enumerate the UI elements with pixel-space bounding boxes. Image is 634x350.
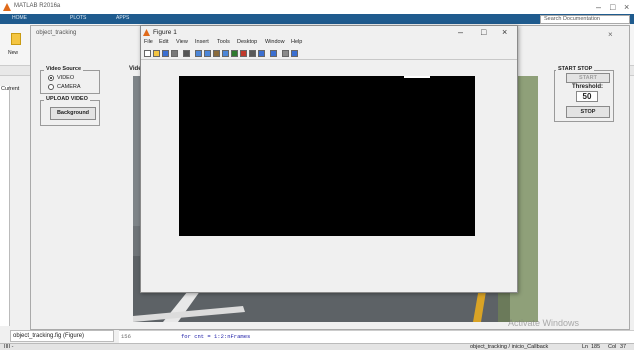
- code-text: for cnt = 1:2:nFrames: [181, 333, 251, 340]
- status-left: IIII -: [4, 344, 14, 350]
- activate-windows-watermark: Activate Windows: [508, 318, 580, 328]
- figure-title: Figure 1: [153, 29, 177, 36]
- close-icon[interactable]: ×: [624, 2, 629, 12]
- threshold-label: Threshold:: [572, 84, 603, 90]
- editor-code-line[interactable]: 156 for cnt = 1:2:nFrames: [119, 330, 634, 344]
- tab-home[interactable]: HOME: [12, 15, 27, 21]
- camera-radio-label: CAMERA: [57, 84, 81, 90]
- figure-minimize-icon[interactable]: –: [458, 27, 463, 37]
- matlab-titlebar: [0, 0, 634, 14]
- menu-edit[interactable]: Edit: [159, 39, 168, 45]
- new-figure-icon[interactable]: [144, 50, 151, 57]
- figure-maximize-icon[interactable]: □: [481, 27, 486, 37]
- save-icon[interactable]: [162, 50, 169, 57]
- new-label: New: [8, 50, 19, 56]
- search-input[interactable]: Search Documentation: [540, 15, 630, 24]
- menu-help[interactable]: Help: [291, 39, 302, 45]
- menu-insert[interactable]: Insert: [195, 39, 209, 45]
- minimize-icon[interactable]: –: [596, 2, 601, 12]
- print-icon[interactable]: [171, 50, 178, 57]
- zoom-out-icon[interactable]: [204, 50, 211, 57]
- start-stop-title: START STOP: [556, 66, 595, 72]
- menu-desktop[interactable]: Desktop: [237, 39, 257, 45]
- new-button[interactable]: New: [6, 33, 26, 59]
- pan-icon[interactable]: [213, 50, 220, 57]
- hide-plot-tools-icon[interactable]: [282, 50, 289, 57]
- video-source-title: Video Source: [44, 66, 84, 72]
- tab-plots[interactable]: PLOTS: [70, 15, 86, 21]
- status-callback: object_tracking / inicio_Callback: [470, 344, 549, 350]
- video-source-panel: [40, 70, 100, 94]
- current-folder-panel[interactable]: [0, 86, 10, 326]
- background-button[interactable]: Background: [50, 107, 96, 120]
- pointer-icon[interactable]: [183, 50, 190, 57]
- stop-button[interactable]: STOP: [566, 106, 610, 118]
- data-cursor-icon[interactable]: [231, 50, 238, 57]
- open-icon[interactable]: [153, 50, 160, 57]
- tracked-object-blob: [404, 76, 430, 78]
- workspace-tab[interactable]: object_tracking.fig (Figure): [10, 330, 114, 342]
- menu-tools[interactable]: Tools: [217, 39, 230, 45]
- colorbar-icon[interactable]: [258, 50, 265, 57]
- legend-icon[interactable]: [270, 50, 277, 57]
- menu-file[interactable]: File: [144, 39, 153, 45]
- show-plot-tools-icon[interactable]: [291, 50, 298, 57]
- menu-window[interactable]: Window: [265, 39, 285, 45]
- maximize-icon[interactable]: □: [610, 2, 615, 12]
- status-col-label: Col: [608, 344, 617, 350]
- figure-axes: [179, 76, 475, 236]
- video-radio[interactable]: [48, 75, 54, 81]
- zoom-in-icon[interactable]: [195, 50, 202, 57]
- upload-video-title: UPLOAD VIDEO: [44, 96, 90, 102]
- tab-apps[interactable]: APPS: [116, 15, 129, 21]
- status-ln-value: 185: [591, 344, 601, 350]
- brush-icon[interactable]: [240, 50, 247, 57]
- matlab-title: MATLAB R2016a: [14, 3, 61, 9]
- figure-close-icon[interactable]: ×: [502, 27, 507, 37]
- ribbon-tabs: HOME PLOTS APPS: [0, 14, 634, 24]
- object-tracking-title: object_tracking: [36, 30, 77, 36]
- line-number: 156: [121, 333, 131, 340]
- figure-menubar: File Edit View Insert Tools Desktop Wind…: [141, 38, 517, 48]
- new-script-icon: [11, 33, 21, 45]
- camera-radio[interactable]: [48, 84, 54, 90]
- guide-close-icon[interactable]: ×: [608, 30, 613, 39]
- menu-view[interactable]: View: [176, 39, 188, 45]
- status-ln-label: Ln: [582, 344, 589, 350]
- video-radio-label: VIDEO: [57, 75, 75, 81]
- rotate-icon[interactable]: [222, 50, 229, 57]
- threshold-input[interactable]: 50: [576, 91, 598, 102]
- current-folder-label: Current: [1, 86, 20, 92]
- start-button[interactable]: START: [566, 73, 610, 83]
- status-bar: IIII - object_tracking / inicio_Callback…: [0, 343, 634, 350]
- status-col-value: 37: [620, 344, 627, 350]
- link-icon[interactable]: [249, 50, 256, 57]
